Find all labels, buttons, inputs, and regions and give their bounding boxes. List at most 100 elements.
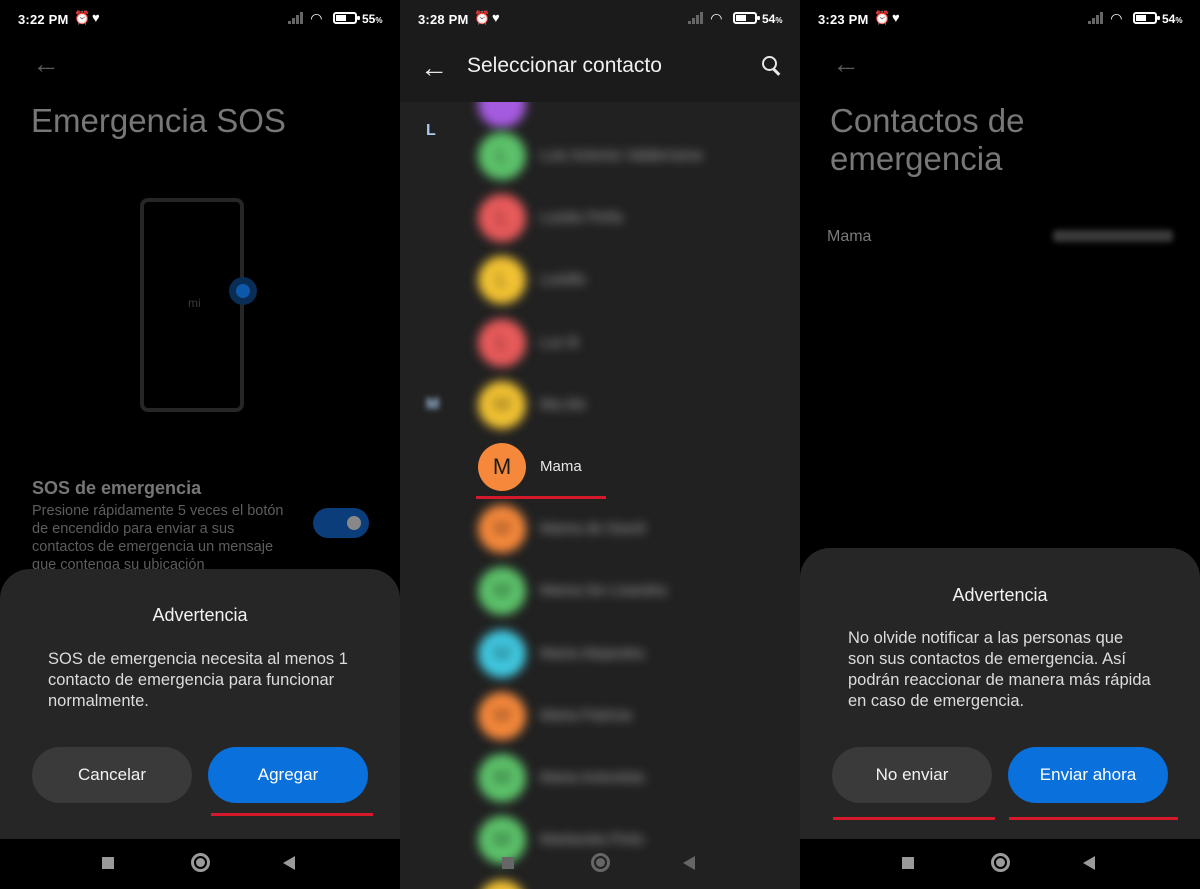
avatar: M (478, 567, 526, 615)
app-bar: 3:28 PM ⏰ ♥ ◠ 54% ← Seleccionar contacto (400, 0, 800, 102)
list-item[interactable]: L Luisito Peña (478, 194, 800, 244)
warning-dialog: Advertencia SOS de emergencia necesita a… (0, 569, 400, 839)
status-time: 3:22 PM (18, 12, 69, 27)
emergency-contact-name[interactable]: Mama (827, 228, 871, 246)
cancel-button[interactable]: Cancelar (32, 747, 192, 803)
back-icon[interactable] (683, 856, 695, 870)
app-notification-icon: ♥ (892, 10, 900, 25)
recents-icon[interactable] (102, 857, 114, 869)
battery-percent: 55% (362, 12, 383, 26)
avatar: L (478, 319, 526, 367)
list-item[interactable]: M Maria Alejandra (478, 630, 800, 680)
contact-name: Luisito Peña (540, 209, 623, 226)
contact-name: Maria Alejandra (540, 645, 645, 662)
section-letter: M (426, 396, 440, 413)
sos-setting-title: SOS de emergencia (32, 478, 202, 498)
signal-icon (288, 12, 306, 24)
alarm-icon: ⏰ (874, 10, 891, 25)
page-title-line1: Contactos de (830, 102, 1025, 139)
page-title: Seleccionar contacto (467, 54, 662, 77)
back-icon[interactable] (1083, 856, 1095, 870)
list-item-selected[interactable]: M Mama (478, 443, 800, 493)
status-bar: 3:22 PM ⏰ ♥ ◠ 55% (0, 0, 400, 38)
contact-name: Mama de David (540, 520, 646, 537)
page-title: Contactos de emergencia (830, 102, 1024, 178)
dialog-title: Advertencia (952, 585, 1048, 605)
phone-illustration: mi (140, 198, 244, 412)
send-now-button[interactable]: Enviar ahora (1008, 747, 1168, 803)
home-icon[interactable] (191, 853, 210, 872)
alarm-icon: ⏰ (474, 10, 491, 25)
illustration-logo: mi (188, 296, 201, 310)
emergency-sos-screen: 3:22 PM ⏰ ♥ ◠ 55% ← Emergencia SOS mi SO… (0, 0, 400, 889)
page-title-line2: emergencia (830, 140, 1003, 177)
avatar: M (478, 505, 526, 553)
contact-name: Maria Patricia (540, 707, 632, 724)
sos-setting-description: Presione rápidamente 5 veces el botón de… (32, 503, 284, 573)
avatar: L (478, 256, 526, 304)
contact-name: Luisillo (540, 271, 586, 288)
search-icon[interactable] (760, 54, 784, 78)
emergency-contact-number-redacted (1053, 230, 1173, 242)
back-arrow-icon[interactable]: ← (32, 48, 60, 80)
power-button-indicator (229, 277, 257, 305)
home-icon[interactable] (991, 853, 1010, 872)
navigation-bar (800, 839, 1200, 889)
back-arrow-icon[interactable]: ← (832, 48, 860, 80)
status-bar: 3:28 PM ⏰ ♥ ◠ 54% (400, 0, 800, 38)
app-notification-icon: ♥ (492, 10, 500, 25)
dialog-message: No olvide notificar a las personas que s… (848, 629, 1151, 710)
warning-dialog: Advertencia No olvide notificar a las pe… (800, 548, 1200, 839)
signal-icon (1088, 12, 1106, 24)
avatar: M (478, 443, 526, 491)
back-arrow-icon[interactable]: ← (420, 52, 448, 84)
avatar: M (478, 381, 526, 429)
add-button[interactable]: Agregar (208, 747, 368, 803)
alarm-icon: ⏰ (74, 10, 91, 25)
signal-icon (688, 12, 706, 24)
list-item[interactable] (478, 102, 800, 130)
contact-name: Maria Antonieta (540, 769, 645, 786)
avatar: M (478, 630, 526, 678)
wifi-icon: ◠ (711, 10, 722, 26)
do-not-send-button[interactable]: No enviar (832, 747, 992, 803)
list-item[interactable]: M Maria Patricia (478, 692, 800, 742)
list-item[interactable]: L Luisillo (478, 256, 800, 306)
back-icon[interactable] (283, 856, 295, 870)
list-item[interactable]: M Mama De Lisandra (478, 567, 800, 617)
home-icon[interactable] (591, 853, 610, 872)
sos-toggle[interactable] (313, 508, 369, 538)
dialog-title: Advertencia (152, 605, 248, 625)
navigation-bar (400, 839, 800, 889)
avatar: M (478, 692, 526, 740)
list-item[interactable]: M Mama de David (478, 505, 800, 555)
avatar: L (478, 194, 526, 242)
contact-name: Luz B (540, 334, 579, 351)
recents-icon[interactable] (902, 857, 914, 869)
dialog-message: SOS de emergencia necesita al menos 1 co… (48, 650, 348, 710)
select-contact-screen: L M L Luis Antonio Valderrama L Luisito Peñ… (400, 0, 800, 889)
battery-icon (1133, 12, 1160, 24)
list-item[interactable]: M Maria Antonieta (478, 754, 800, 804)
battery-icon (733, 12, 760, 24)
emergency-contacts-screen: 3:23 PM ⏰ ♥ ◠ 54% ← Contactos de emergen… (800, 0, 1200, 889)
avatar: M (478, 754, 526, 802)
avatar: L (478, 132, 526, 180)
wifi-icon: ◠ (1111, 10, 1122, 26)
list-item[interactable]: M Ma Ale (478, 381, 800, 431)
highlight-underline (833, 817, 995, 820)
avatar (478, 102, 526, 128)
battery-icon (333, 12, 360, 24)
status-time: 3:23 PM (818, 12, 869, 27)
battery-percent: 54% (1162, 12, 1183, 26)
page-title: Emergencia SOS (31, 102, 286, 139)
highlight-underline (476, 496, 606, 499)
contact-name: Mama De Lisandra (540, 582, 667, 599)
contact-name: Ma Ale (540, 396, 586, 413)
navigation-bar (0, 839, 400, 889)
list-item[interactable]: L Luis Antonio Valderrama (478, 132, 800, 182)
status-bar: 3:23 PM ⏰ ♥ ◠ 54% (800, 0, 1200, 38)
list-item[interactable]: L Luz B (478, 319, 800, 369)
recents-icon[interactable] (502, 857, 514, 869)
app-notification-icon: ♥ (92, 10, 100, 25)
